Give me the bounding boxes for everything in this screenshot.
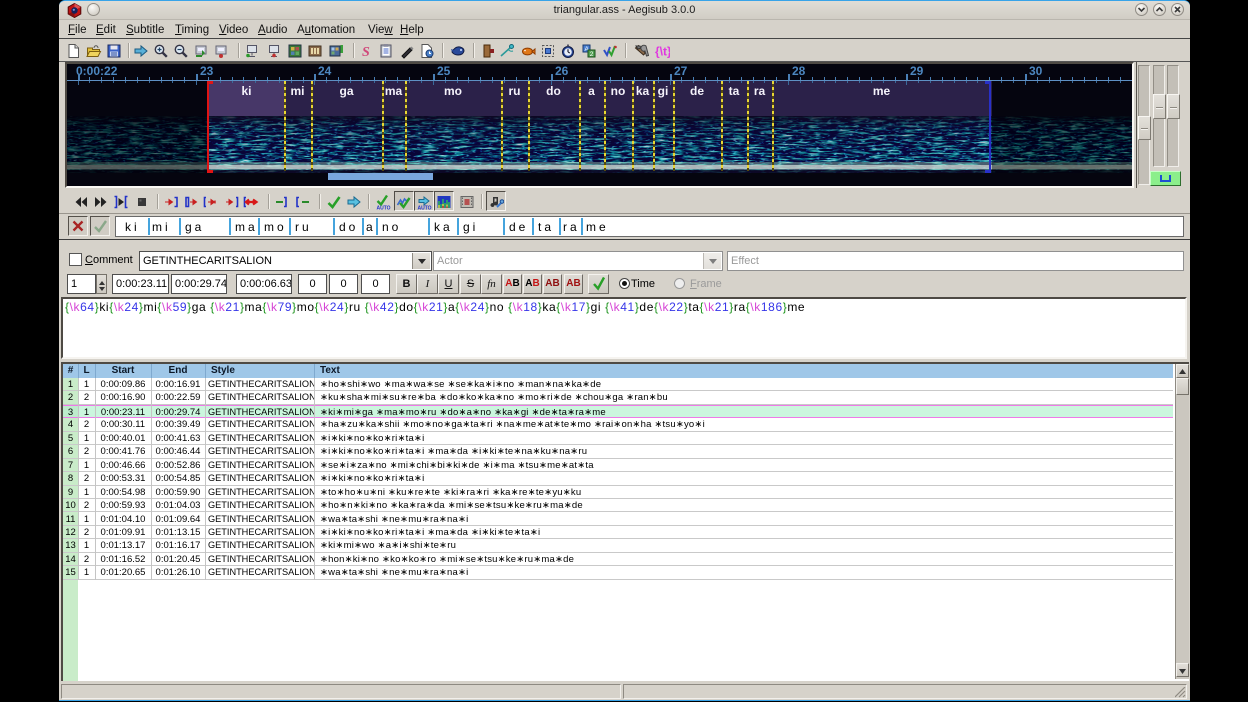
svg-text:{\t}: {\t} (655, 45, 670, 59)
svg-text:S: S (362, 45, 370, 59)
svg-text:AUTO: AUTO (377, 206, 391, 211)
svg-text:AUTO: AUTO (418, 206, 432, 211)
svg-text:2: 2 (590, 51, 594, 58)
